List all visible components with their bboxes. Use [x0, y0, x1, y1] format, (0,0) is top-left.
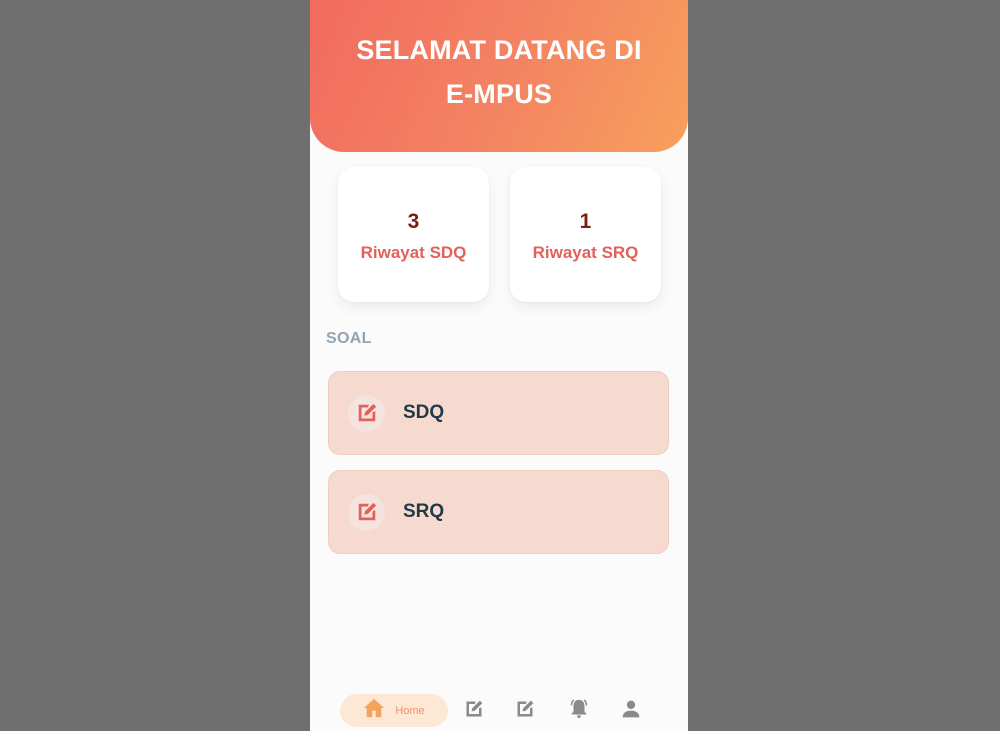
profile-icon	[621, 699, 641, 724]
soal-sdq-card[interactable]: SDQ	[328, 371, 669, 455]
nav-notification-button[interactable]	[567, 698, 591, 725]
riwayat-srq-card[interactable]: 1 Riwayat SRQ	[510, 167, 661, 302]
nav-srq-button[interactable]	[513, 699, 537, 723]
riwayat-srq-count: 1	[579, 210, 592, 233]
nav-sdq-button[interactable]	[462, 699, 486, 723]
edit-document-icon	[348, 394, 385, 432]
welcome-title-line-2: E-MPUS	[445, 79, 553, 109]
sdq-nav-icon	[464, 699, 484, 724]
edit-document-icon	[348, 493, 385, 531]
bottom-navigation: Home	[310, 684, 688, 731]
welcome-header: SELAMAT DATANG DI E-MPUS	[310, 0, 688, 152]
soal-srq-card[interactable]: SRQ	[328, 470, 669, 554]
nav-home-button[interactable]: Home	[340, 694, 448, 727]
soal-sdq-label: SDQ	[403, 402, 445, 423]
nav-profile-button[interactable]	[619, 699, 643, 723]
welcome-title-line-1: SELAMAT DATANG DI	[356, 35, 642, 65]
riwayat-sdq-label: Riwayat SDQ	[360, 243, 467, 262]
nav-home-label: Home	[395, 704, 425, 717]
app-screen: SELAMAT DATANG DI E-MPUS 3 Riwayat SDQ 1…	[310, 0, 688, 731]
home-icon	[363, 698, 385, 723]
srq-nav-icon	[515, 699, 535, 724]
section-title-soal: SOAL	[326, 330, 372, 347]
notification-bell-icon	[568, 698, 590, 725]
soal-srq-label: SRQ	[403, 501, 445, 522]
riwayat-sdq-card[interactable]: 3 Riwayat SDQ	[338, 167, 489, 302]
riwayat-srq-label: Riwayat SRQ	[532, 243, 639, 262]
riwayat-sdq-count: 3	[407, 210, 420, 233]
